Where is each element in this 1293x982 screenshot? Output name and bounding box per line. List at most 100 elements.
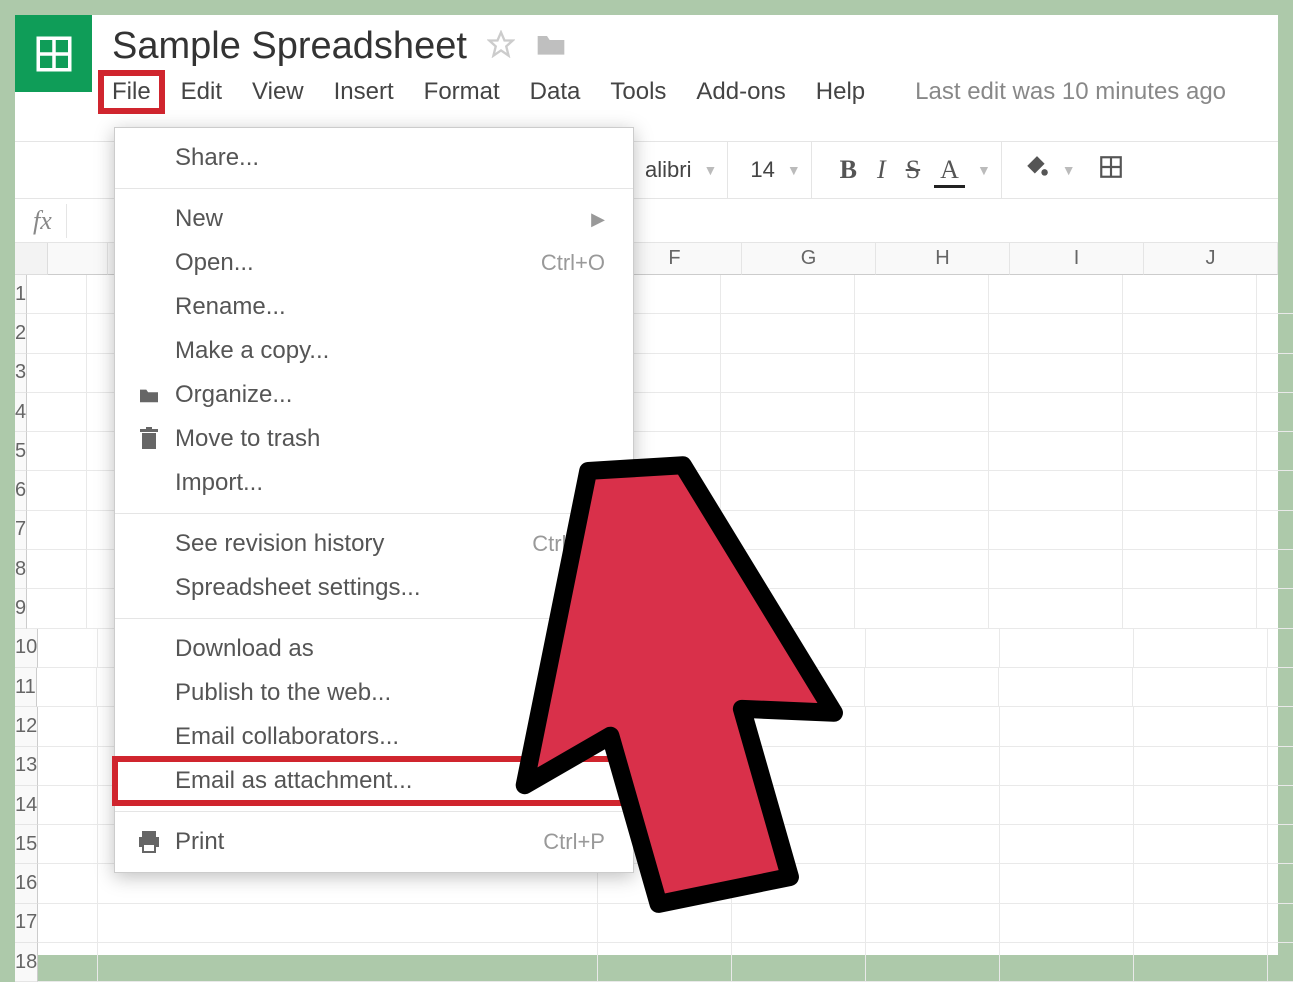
borders-button[interactable] — [1098, 154, 1124, 186]
cell[interactable] — [721, 275, 855, 314]
cell[interactable] — [1123, 432, 1257, 471]
italic-button[interactable]: I — [871, 155, 892, 185]
row-header[interactable]: 13 — [15, 747, 38, 786]
menu-open[interactable]: Open... Ctrl+O — [115, 241, 633, 285]
menu-addons[interactable]: Add-ons — [696, 78, 785, 106]
menu-download-as[interactable]: Download as — [115, 627, 633, 671]
cell[interactable] — [732, 629, 866, 668]
cell[interactable] — [38, 747, 98, 786]
cell[interactable] — [1123, 393, 1257, 432]
cell[interactable] — [721, 354, 855, 393]
row-header[interactable]: 6 — [15, 471, 27, 510]
cell[interactable] — [865, 668, 999, 707]
cell[interactable] — [855, 354, 989, 393]
menu-import[interactable]: Import... — [115, 461, 633, 505]
row-header[interactable]: 8 — [15, 550, 27, 589]
font-size-selector[interactable]: 14 ▼ — [740, 142, 811, 198]
cell[interactable] — [732, 707, 866, 746]
cell[interactable] — [1268, 786, 1293, 825]
cell[interactable] — [989, 471, 1123, 510]
cell[interactable] — [1268, 864, 1293, 903]
cell[interactable] — [989, 432, 1123, 471]
cell[interactable] — [27, 432, 87, 471]
cell[interactable] — [855, 432, 989, 471]
cell[interactable] — [1134, 707, 1268, 746]
cell[interactable] — [598, 943, 732, 982]
cell[interactable] — [721, 471, 855, 510]
cell[interactable] — [1257, 275, 1293, 314]
cell[interactable] — [732, 864, 866, 903]
cell[interactable] — [866, 786, 1000, 825]
cell[interactable] — [1123, 275, 1257, 314]
row-header[interactable]: 4 — [15, 393, 27, 432]
cell[interactable] — [38, 904, 98, 943]
row-header[interactable]: 7 — [15, 511, 27, 550]
cell[interactable] — [1257, 550, 1293, 589]
menu-organize[interactable]: Organize... — [115, 373, 633, 417]
cell[interactable] — [866, 904, 1000, 943]
cell[interactable] — [1134, 904, 1268, 943]
cell[interactable] — [855, 275, 989, 314]
menu-make-copy[interactable]: Make a copy... — [115, 329, 633, 373]
cell[interactable] — [1000, 904, 1134, 943]
cell[interactable] — [866, 943, 1000, 982]
cell[interactable] — [1268, 747, 1293, 786]
row-header[interactable]: 14 — [15, 786, 38, 825]
cell[interactable] — [1268, 904, 1293, 943]
cell[interactable] — [1268, 825, 1293, 864]
cell[interactable] — [721, 589, 855, 628]
cell[interactable] — [721, 314, 855, 353]
column-header[interactable]: I — [1010, 243, 1144, 275]
cell[interactable] — [27, 393, 87, 432]
menu-new[interactable]: New ▶ — [115, 197, 633, 241]
menu-publish-web[interactable]: Publish to the web... — [115, 671, 633, 715]
cell[interactable] — [866, 747, 1000, 786]
cell[interactable] — [855, 511, 989, 550]
row-header[interactable]: 10 — [15, 629, 38, 668]
bold-button[interactable]: B — [834, 155, 863, 185]
sheets-logo[interactable] — [15, 15, 92, 92]
cell[interactable] — [999, 668, 1133, 707]
row-header[interactable]: 16 — [15, 864, 38, 903]
document-title[interactable]: Sample Spreadsheet — [112, 25, 467, 68]
row-header[interactable]: 1 — [15, 275, 27, 314]
cell[interactable] — [38, 943, 98, 982]
cell[interactable] — [38, 707, 98, 746]
cell[interactable] — [1134, 629, 1268, 668]
cell[interactable] — [989, 393, 1123, 432]
cell[interactable] — [27, 471, 87, 510]
cell[interactable] — [1268, 943, 1293, 982]
cell[interactable] — [98, 904, 598, 943]
menu-edit[interactable]: Edit — [181, 78, 222, 106]
cell[interactable] — [866, 825, 1000, 864]
cell[interactable] — [27, 314, 87, 353]
star-icon[interactable] — [487, 25, 515, 68]
menu-email-collaborators[interactable]: Email collaborators... — [115, 715, 633, 759]
cell[interactable] — [989, 314, 1123, 353]
cell[interactable] — [598, 904, 732, 943]
cell[interactable] — [989, 511, 1123, 550]
cell[interactable] — [989, 275, 1123, 314]
cell[interactable] — [38, 825, 98, 864]
row-header[interactable]: 9 — [15, 589, 27, 628]
column-header[interactable]: G — [742, 243, 876, 275]
menu-revision-history[interactable]: See revision history Ctrl+Alt — [115, 522, 633, 566]
cell[interactable] — [866, 707, 1000, 746]
cell[interactable] — [866, 864, 1000, 903]
cell[interactable] — [27, 550, 87, 589]
cell[interactable] — [1123, 314, 1257, 353]
menu-view[interactable]: View — [252, 78, 304, 106]
menu-share[interactable]: Share... — [115, 136, 633, 180]
cell[interactable] — [855, 589, 989, 628]
cell[interactable] — [1123, 589, 1257, 628]
menu-spreadsheet-settings[interactable]: Spreadsheet settings... — [115, 566, 633, 610]
cell[interactable] — [1134, 943, 1268, 982]
row-header[interactable]: 12 — [15, 707, 38, 746]
cell[interactable] — [721, 550, 855, 589]
cell[interactable] — [1268, 707, 1293, 746]
cell[interactable] — [38, 864, 98, 903]
cell[interactable] — [731, 668, 865, 707]
cell[interactable] — [1000, 747, 1134, 786]
cell[interactable] — [1134, 747, 1268, 786]
cell[interactable] — [1267, 668, 1293, 707]
